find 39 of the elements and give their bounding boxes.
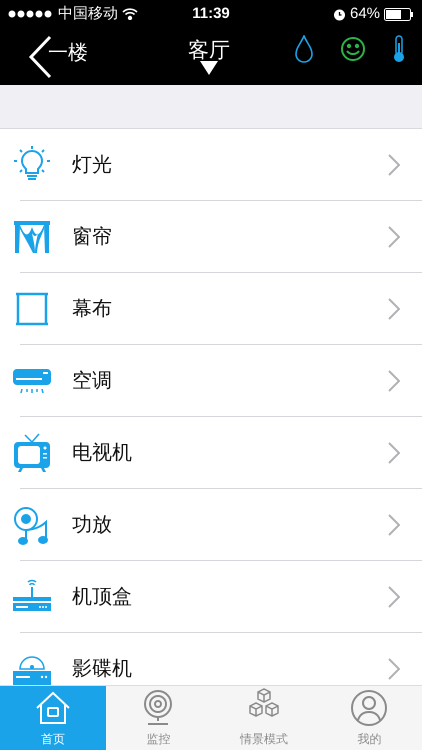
carrier-name: 中国移动 bbox=[58, 4, 118, 24]
device-row[interactable]: 机顶盒 bbox=[0, 561, 422, 633]
device-row[interactable]: 灯光 bbox=[0, 129, 422, 201]
smiley-icon[interactable] bbox=[340, 36, 366, 62]
chevron-right-icon bbox=[388, 370, 400, 392]
dropdown-triangle-icon bbox=[200, 61, 218, 75]
device-row[interactable]: 窗帘 bbox=[0, 201, 422, 273]
device-name: 幕布 bbox=[72, 297, 112, 322]
room-title-dropdown[interactable]: 客厅 bbox=[188, 40, 230, 75]
water-drop-icon[interactable] bbox=[294, 34, 314, 62]
device-row[interactable]: 空调 bbox=[0, 345, 422, 417]
chevron-right-icon bbox=[388, 658, 400, 680]
signal-icon bbox=[8, 10, 54, 18]
device-row[interactable]: 功放 bbox=[0, 489, 422, 561]
thermometer-icon[interactable] bbox=[392, 34, 406, 62]
battery-icon bbox=[384, 8, 414, 20]
clock-time: 11:39 bbox=[192, 4, 230, 24]
device-row[interactable]: 幕布 bbox=[0, 273, 422, 345]
device-name: 影碟机 bbox=[72, 657, 132, 682]
device-row[interactable]: 电视机 bbox=[0, 417, 422, 489]
device-row[interactable]: 影碟机 bbox=[0, 633, 422, 685]
chevron-right-icon bbox=[388, 226, 400, 248]
device-name: 窗帘 bbox=[72, 225, 112, 250]
chevron-right-icon bbox=[388, 514, 400, 536]
device-name: 电视机 bbox=[72, 441, 132, 466]
device-name: 空调 bbox=[72, 369, 112, 394]
wifi-icon bbox=[122, 8, 138, 20]
battery-percentage: 64% bbox=[350, 4, 380, 24]
chevron-right-icon bbox=[388, 298, 400, 320]
chevron-right-icon bbox=[388, 154, 400, 176]
alarm-clock-icon bbox=[332, 8, 346, 20]
chevron-right-icon bbox=[388, 442, 400, 464]
device-name: 机顶盒 bbox=[72, 585, 132, 610]
chevron-right-icon bbox=[388, 586, 400, 608]
device-name: 灯光 bbox=[72, 153, 112, 178]
back-button[interactable]: 一楼 bbox=[0, 28, 88, 85]
user-icon bbox=[349, 688, 390, 728]
television-icon bbox=[12, 433, 52, 473]
device-name: 功放 bbox=[72, 513, 112, 538]
